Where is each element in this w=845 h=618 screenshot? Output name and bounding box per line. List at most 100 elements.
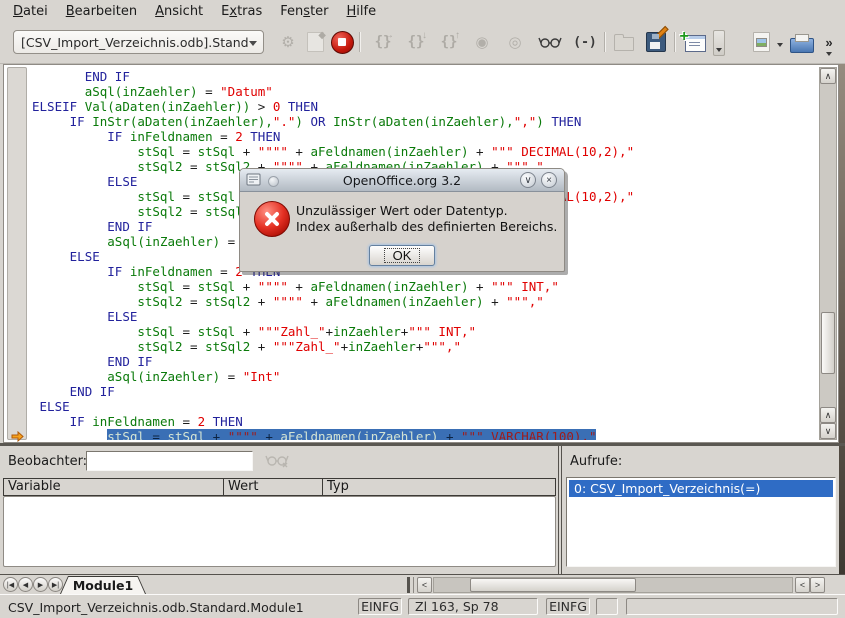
dialog-close-button[interactable]: ×: [541, 172, 557, 188]
stop-button[interactable]: [329, 29, 355, 55]
remove-watch-button[interactable]: [259, 449, 287, 473]
status-bar: CSV_Import_Verzeichnis.odb.Standard.Modu…: [0, 594, 845, 618]
scrollbar-thumb[interactable]: [470, 578, 636, 592]
compile-button[interactable]: ⚙: [275, 29, 301, 55]
scroll-left-button-right[interactable]: <: [795, 577, 810, 593]
error-icon: [254, 201, 290, 237]
scroll-down-button[interactable]: ∨: [820, 423, 836, 439]
scroll-left-button[interactable]: <: [417, 577, 432, 593]
dialog-title-bar[interactable]: OpenOffice.org 3.2 ∨ ×: [240, 169, 564, 192]
code-line[interactable]: stSql2 = stSql2 + """Zahl_"+inZaehler+""…: [32, 339, 819, 354]
status-insert-mode[interactable]: EINFG: [358, 598, 402, 615]
column-header-typ[interactable]: Typ: [323, 479, 555, 495]
tabbar-splitter[interactable]: [407, 577, 414, 593]
code-line[interactable]: aSql(inZaehler) = "Int": [32, 369, 819, 384]
code-line[interactable]: END IF: [32, 384, 819, 399]
last-tab-button[interactable]: ▶|: [48, 577, 63, 592]
new-document-button[interactable]: [748, 29, 774, 55]
toolbar-dropdown-button[interactable]: [713, 30, 725, 56]
toolbar-separator: [674, 32, 675, 52]
breakpoint-list-button[interactable]: (-): [570, 29, 600, 55]
code-line[interactable]: IF inFeldnamen = 2 THEN: [32, 129, 819, 144]
open-folder-icon: [614, 37, 634, 51]
manage-breakpoints-button[interactable]: ◎: [502, 29, 528, 55]
menu-extras[interactable]: Extras: [212, 2, 271, 21]
single-step-button[interactable]: {}↓: [403, 29, 429, 55]
dialog-title: OpenOffice.org 3.2: [240, 173, 564, 188]
breakpoint-list-icon: (-): [573, 35, 596, 50]
status-document-path: CSV_Import_Verzeichnis.odb.Standard.Modu…: [8, 600, 304, 615]
column-header-wert[interactable]: Wert: [224, 479, 323, 495]
save-button[interactable]: [643, 29, 669, 55]
horizontal-scrollbar[interactable]: [433, 577, 793, 593]
menu-fenster[interactable]: Fenster: [271, 2, 337, 21]
call-stack-item[interactable]: 0: CSV_Import_Verzeichnis(=): [569, 480, 833, 497]
column-header-variable[interactable]: Variable: [4, 479, 224, 495]
procedure-step-button[interactable]: {}→: [370, 29, 396, 55]
scrollbar-thumb[interactable]: [821, 312, 835, 374]
run-button[interactable]: ◆: [302, 29, 328, 55]
vertical-scrollbar[interactable]: ∧ ∧ ∨: [819, 67, 837, 440]
status-edit-mode[interactable]: EINFG: [546, 598, 590, 615]
tab-module1[interactable]: Module1: [60, 576, 146, 594]
open-button[interactable]: [611, 29, 637, 55]
code-line[interactable]: ELSE: [32, 309, 819, 324]
new-document-dropdown-icon[interactable]: [775, 38, 785, 50]
code-line[interactable]: stSql2 = stSql2 + """" + aFeldnamen(inZa…: [32, 294, 819, 309]
code-line[interactable]: IF inFeldnamen = 2 THEN: [32, 414, 819, 429]
error-dialog: OpenOffice.org 3.2 ∨ × Unzulässiger Wert…: [239, 168, 565, 272]
watch-label: Beobachter:: [8, 454, 87, 469]
prev-tab-button[interactable]: ◀: [18, 577, 33, 592]
code-line[interactable]: ELSE: [32, 399, 819, 414]
module-tab-bar: |◀ ◀ ▶ ▶| Module1 < < >: [0, 574, 845, 594]
selected-code: stSql = stSql + """" + aFeldnamen(inZaeh…: [107, 429, 596, 440]
glasses-remove-icon: [265, 452, 289, 468]
breakpoint-gutter[interactable]: [7, 67, 27, 440]
compile-icon: ⚙: [281, 33, 294, 51]
menu-ansicht[interactable]: Ansicht: [146, 2, 212, 21]
basic-ide-window: DateiBearbeitenAnsichtExtrasFensterHilfe…: [0, 0, 845, 618]
menu-bearbeiten[interactable]: Bearbeiten: [57, 2, 146, 21]
ok-button[interactable]: OK: [369, 245, 435, 266]
new-module-button[interactable]: +: [681, 29, 709, 55]
execution-arrow-icon: [11, 431, 24, 442]
watch-panel: Beobachter: Variable Wert Typ: [0, 446, 558, 574]
code-line[interactable]: stSql = stSql + """" + aFeldnamen(inZaeh…: [32, 429, 819, 440]
next-tab-button[interactable]: ▶: [33, 577, 48, 592]
new-module-icon: +: [685, 35, 706, 52]
code-line[interactable]: IF InStr(aDaten(inZaehler),".") OR InStr…: [32, 114, 819, 129]
scroll-up-button[interactable]: ∧: [820, 68, 836, 84]
code-line[interactable]: stSql = stSql + """" + aFeldnamen(inZaeh…: [32, 144, 819, 159]
call-stack-list[interactable]: 0: CSV_Import_Verzeichnis(=): [566, 477, 836, 567]
watch-list[interactable]: [3, 496, 556, 567]
new-document-icon: [753, 32, 770, 52]
code-line[interactable]: aSql(inZaehler) = "Datum": [32, 84, 819, 99]
toolbar-overflow-button[interactable]: »: [818, 25, 840, 59]
breakpoint-button[interactable]: ◉: [469, 29, 495, 55]
step-out-button[interactable]: {}↑: [436, 29, 462, 55]
status-empty-field: [596, 598, 618, 615]
code-line[interactable]: END IF: [32, 69, 819, 84]
scroll-up-button-bottom[interactable]: ∧: [820, 407, 836, 423]
enable-watch-button[interactable]: [535, 29, 565, 55]
toolbar-separator: [604, 32, 605, 52]
chevron-down-icon: [249, 41, 257, 46]
toolbar-separator: [359, 32, 360, 52]
run-diamond-icon: ◆: [318, 30, 326, 41]
code-line[interactable]: END IF: [32, 354, 819, 369]
watch-input[interactable]: [86, 451, 253, 471]
code-line[interactable]: stSql = stSql + """Zahl_"+inZaehler+""" …: [32, 324, 819, 339]
dialog-message-line1: Unzulässiger Wert oder Datentyp.: [296, 203, 508, 218]
library-selector[interactable]: [CSV_Import_Verzeichnis.odb].Stand: [13, 30, 264, 54]
print-button[interactable]: [788, 29, 816, 55]
menu-datei[interactable]: Datei: [4, 2, 57, 21]
dialog-rollup-button[interactable]: ∨: [520, 172, 536, 188]
save-icon: [646, 32, 666, 52]
first-tab-button[interactable]: |◀: [3, 577, 18, 592]
status-cursor-position[interactable]: Zl 163, Sp 78: [408, 598, 538, 615]
scroll-right-button[interactable]: >: [810, 577, 825, 593]
menu-hilfe[interactable]: Hilfe: [338, 2, 386, 21]
code-line[interactable]: stSql = stSql + """" + aFeldnamen(inZaeh…: [32, 279, 819, 294]
code-line[interactable]: ELSEIF Val(aDaten(inZaehler)) > 0 THEN: [32, 99, 819, 114]
calls-label: Aufrufe:: [570, 454, 622, 469]
